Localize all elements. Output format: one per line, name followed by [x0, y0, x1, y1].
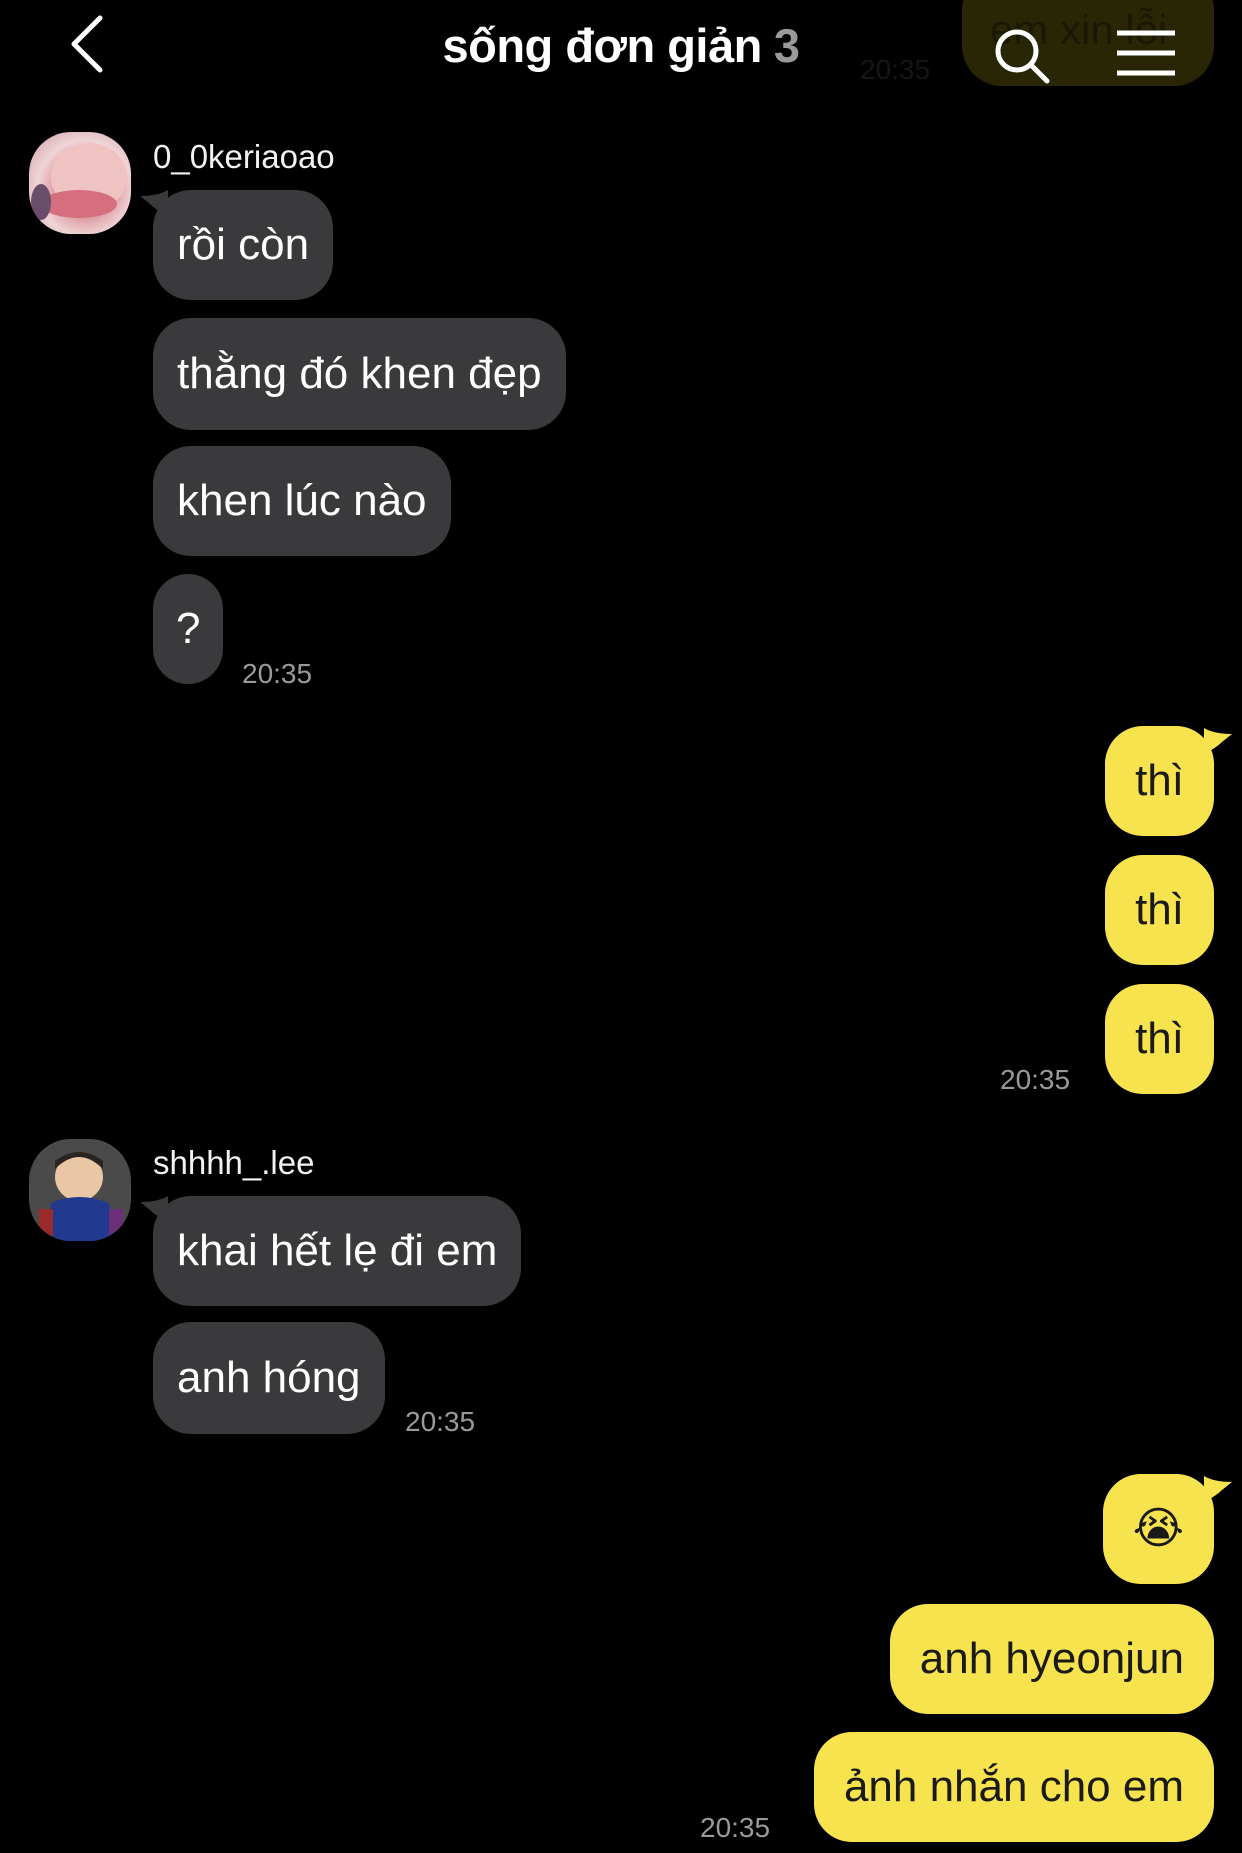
- message-bubble-outgoing[interactable]: thì: [1105, 726, 1214, 836]
- sender-name: shhhh_.lee: [153, 1144, 315, 1181]
- chat-name: sống đơn giản: [442, 19, 763, 72]
- avatar[interactable]: [29, 1139, 131, 1241]
- message-bubble-outgoing[interactable]: thì: [1105, 984, 1214, 1094]
- chat-title: sống đơn giản 3: [0, 18, 1242, 73]
- member-count: 3: [773, 19, 800, 72]
- search-icon[interactable]: [993, 27, 1051, 85]
- message-bubble-outgoing[interactable]: anh hyeonjun: [889, 1604, 1214, 1714]
- timestamp: 20:35: [405, 1406, 476, 1437]
- menu-icon[interactable]: [1115, 28, 1177, 78]
- message-bubble-incoming[interactable]: thằng đó khen đẹp: [153, 318, 566, 430]
- sender-name: 0_0keriaoao: [153, 138, 335, 175]
- message-bubble-incoming[interactable]: ?: [153, 574, 224, 684]
- timestamp: 20:35: [700, 1812, 771, 1843]
- message-bubble-outgoing[interactable]: ảnh nhắn cho em: [813, 1732, 1214, 1842]
- message-bubble-incoming[interactable]: khen lúc nào: [153, 446, 451, 556]
- avatar[interactable]: [29, 132, 131, 234]
- timestamp: 20:35: [1000, 1064, 1071, 1095]
- message-bubble-outgoing[interactable]: 😭: [1102, 1474, 1214, 1584]
- message-bubble-incoming[interactable]: anh hóng: [153, 1322, 385, 1434]
- message-bubble-incoming[interactable]: khai hết lẹ đi em: [153, 1196, 522, 1306]
- message-bubble-incoming[interactable]: rồi còn: [153, 190, 334, 300]
- message-bubble-outgoing[interactable]: thì: [1105, 855, 1214, 965]
- timestamp: 20:35: [242, 658, 313, 689]
